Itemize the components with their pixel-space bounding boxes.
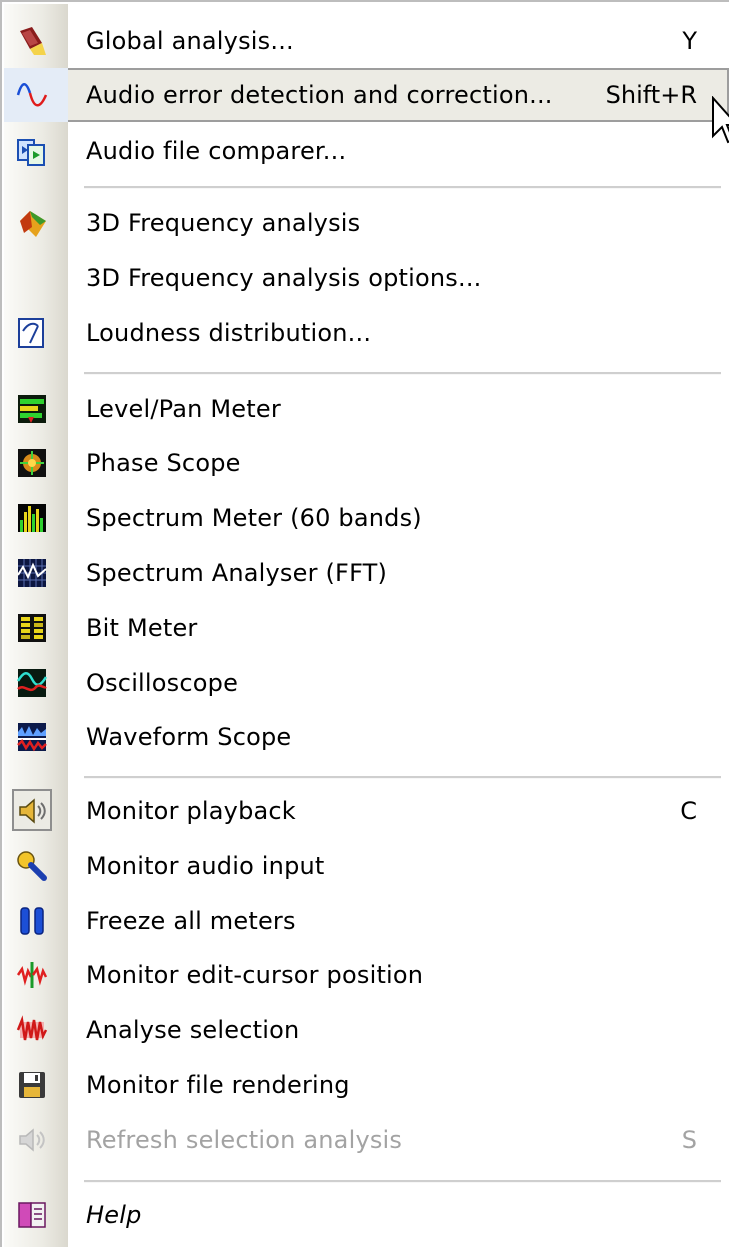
menu-item-label: Waveform Scope [86,723,292,751]
menu-item-label: 3D Frequency analysis [86,209,361,237]
menu-item-freeze-all-meters[interactable]: Freeze all meters [4,894,729,948]
menu-separator [84,186,721,189]
menu-item-phase-scope[interactable]: Phase Scope [4,436,729,490]
menu-item-bit-meter[interactable]: Bit Meter [4,601,729,655]
menu-item-label: Monitor audio input [86,852,325,880]
sine-wave-icon [16,83,48,107]
menu-item-label: Analyse selection [86,1016,300,1044]
menu-item-analyse-selection[interactable]: Analyse selection [4,1003,729,1057]
level-meter-icon [18,395,46,423]
floppy-disk-icon [19,1072,45,1098]
menu-item-label: Audio error detection and correction... [86,81,553,109]
flashlight-icon [20,27,46,55]
menu-item-spectrum-analyser[interactable]: Spectrum Analyser (FFT) [4,546,729,600]
menu-item-help[interactable]: Help [4,1188,729,1242]
menu-item-monitor-audio-input[interactable]: Monitor audio input [4,839,729,893]
menu-separator [84,1180,721,1183]
analysis-context-menu: Global analysis... Y Audio error detecti… [0,0,729,1247]
menu-item-monitor-edit-cursor[interactable]: Monitor edit-cursor position [4,948,729,1002]
menu-item-label: Loudness distribution... [86,319,372,347]
menu-item-audio-file-comparer[interactable]: Audio file comparer... [4,124,729,178]
menu-item-label: Help [86,1201,142,1229]
menu-item-label: Level/Pan Meter [86,395,281,423]
menu-item-label: 3D Frequency analysis options... [86,264,482,292]
file-compare-icon [17,139,45,166]
menu-item-monitor-playback[interactable]: Monitor playback C [4,784,729,838]
menu-item-global-analysis[interactable]: Global analysis... Y [4,14,729,68]
menu-item-label: Global analysis... [86,27,294,55]
analyse-selection-icon [16,1015,48,1041]
loudness-curve-icon [18,318,44,348]
menu-item-shortcut: Shift+R [605,81,697,109]
menu-item-label: Spectrum Meter (60 bands) [86,504,422,532]
3d-frequency-icon [20,211,46,237]
menu-item-label: Refresh selection analysis [86,1126,403,1154]
menu-item-shortcut: C [680,797,697,825]
menu-item-oscilloscope[interactable]: Oscilloscope [4,656,729,710]
menu-item-shortcut: S [681,1126,697,1154]
menu-item-label: Phase Scope [86,449,241,477]
menu-item-label: Monitor file rendering [86,1071,350,1099]
menu-separator [84,372,721,375]
refresh-speaker-icon [19,1128,45,1152]
menu-item-refresh-selection-analysis[interactable]: Refresh selection analysis S [4,1113,729,1167]
menu-item-level-pan-meter[interactable]: Level/Pan Meter [4,382,729,436]
pause-icon [20,907,44,935]
menu-item-label: Oscilloscope [86,669,239,697]
menu-item-spectrum-meter[interactable]: Spectrum Meter (60 bands) [4,491,729,545]
waveform-scope-icon [17,723,47,752]
phase-scope-icon [18,449,46,477]
spectrum-meter-icon [18,504,46,532]
spectrum-analyser-icon [17,559,47,587]
menu-item-label: Monitor edit-cursor position [86,961,424,989]
menu-separator [84,776,721,779]
edit-cursor-icon [16,962,48,988]
oscilloscope-icon [16,669,48,697]
speaker-icon [19,798,46,824]
menu-item-loudness-distribution[interactable]: Loudness distribution... [4,306,729,360]
bit-meter-icon [18,614,46,642]
menu-item-label: Bit Meter [86,614,198,642]
menu-item-label: Spectrum Analyser (FFT) [86,559,388,587]
menu-item-audio-error-detection[interactable]: Audio error detection and correction... … [4,68,729,122]
menu-item-label: Freeze all meters [86,907,296,935]
mouse-pointer-icon [712,96,729,144]
menu-item-label: Audio file comparer... [86,137,347,165]
microphone-icon [17,851,47,881]
menu-item-shortcut: Y [682,27,697,55]
menu-item-3d-frequency-analysis[interactable]: 3D Frequency analysis [4,196,729,250]
menu-item-label: Monitor playback [86,797,296,825]
menu-item-3d-frequency-options[interactable]: 3D Frequency analysis options... [4,251,729,305]
help-book-icon [18,1202,46,1228]
menu-item-waveform-scope[interactable]: Waveform Scope [4,710,729,764]
menu-item-monitor-file-rendering[interactable]: Monitor file rendering [4,1058,729,1112]
